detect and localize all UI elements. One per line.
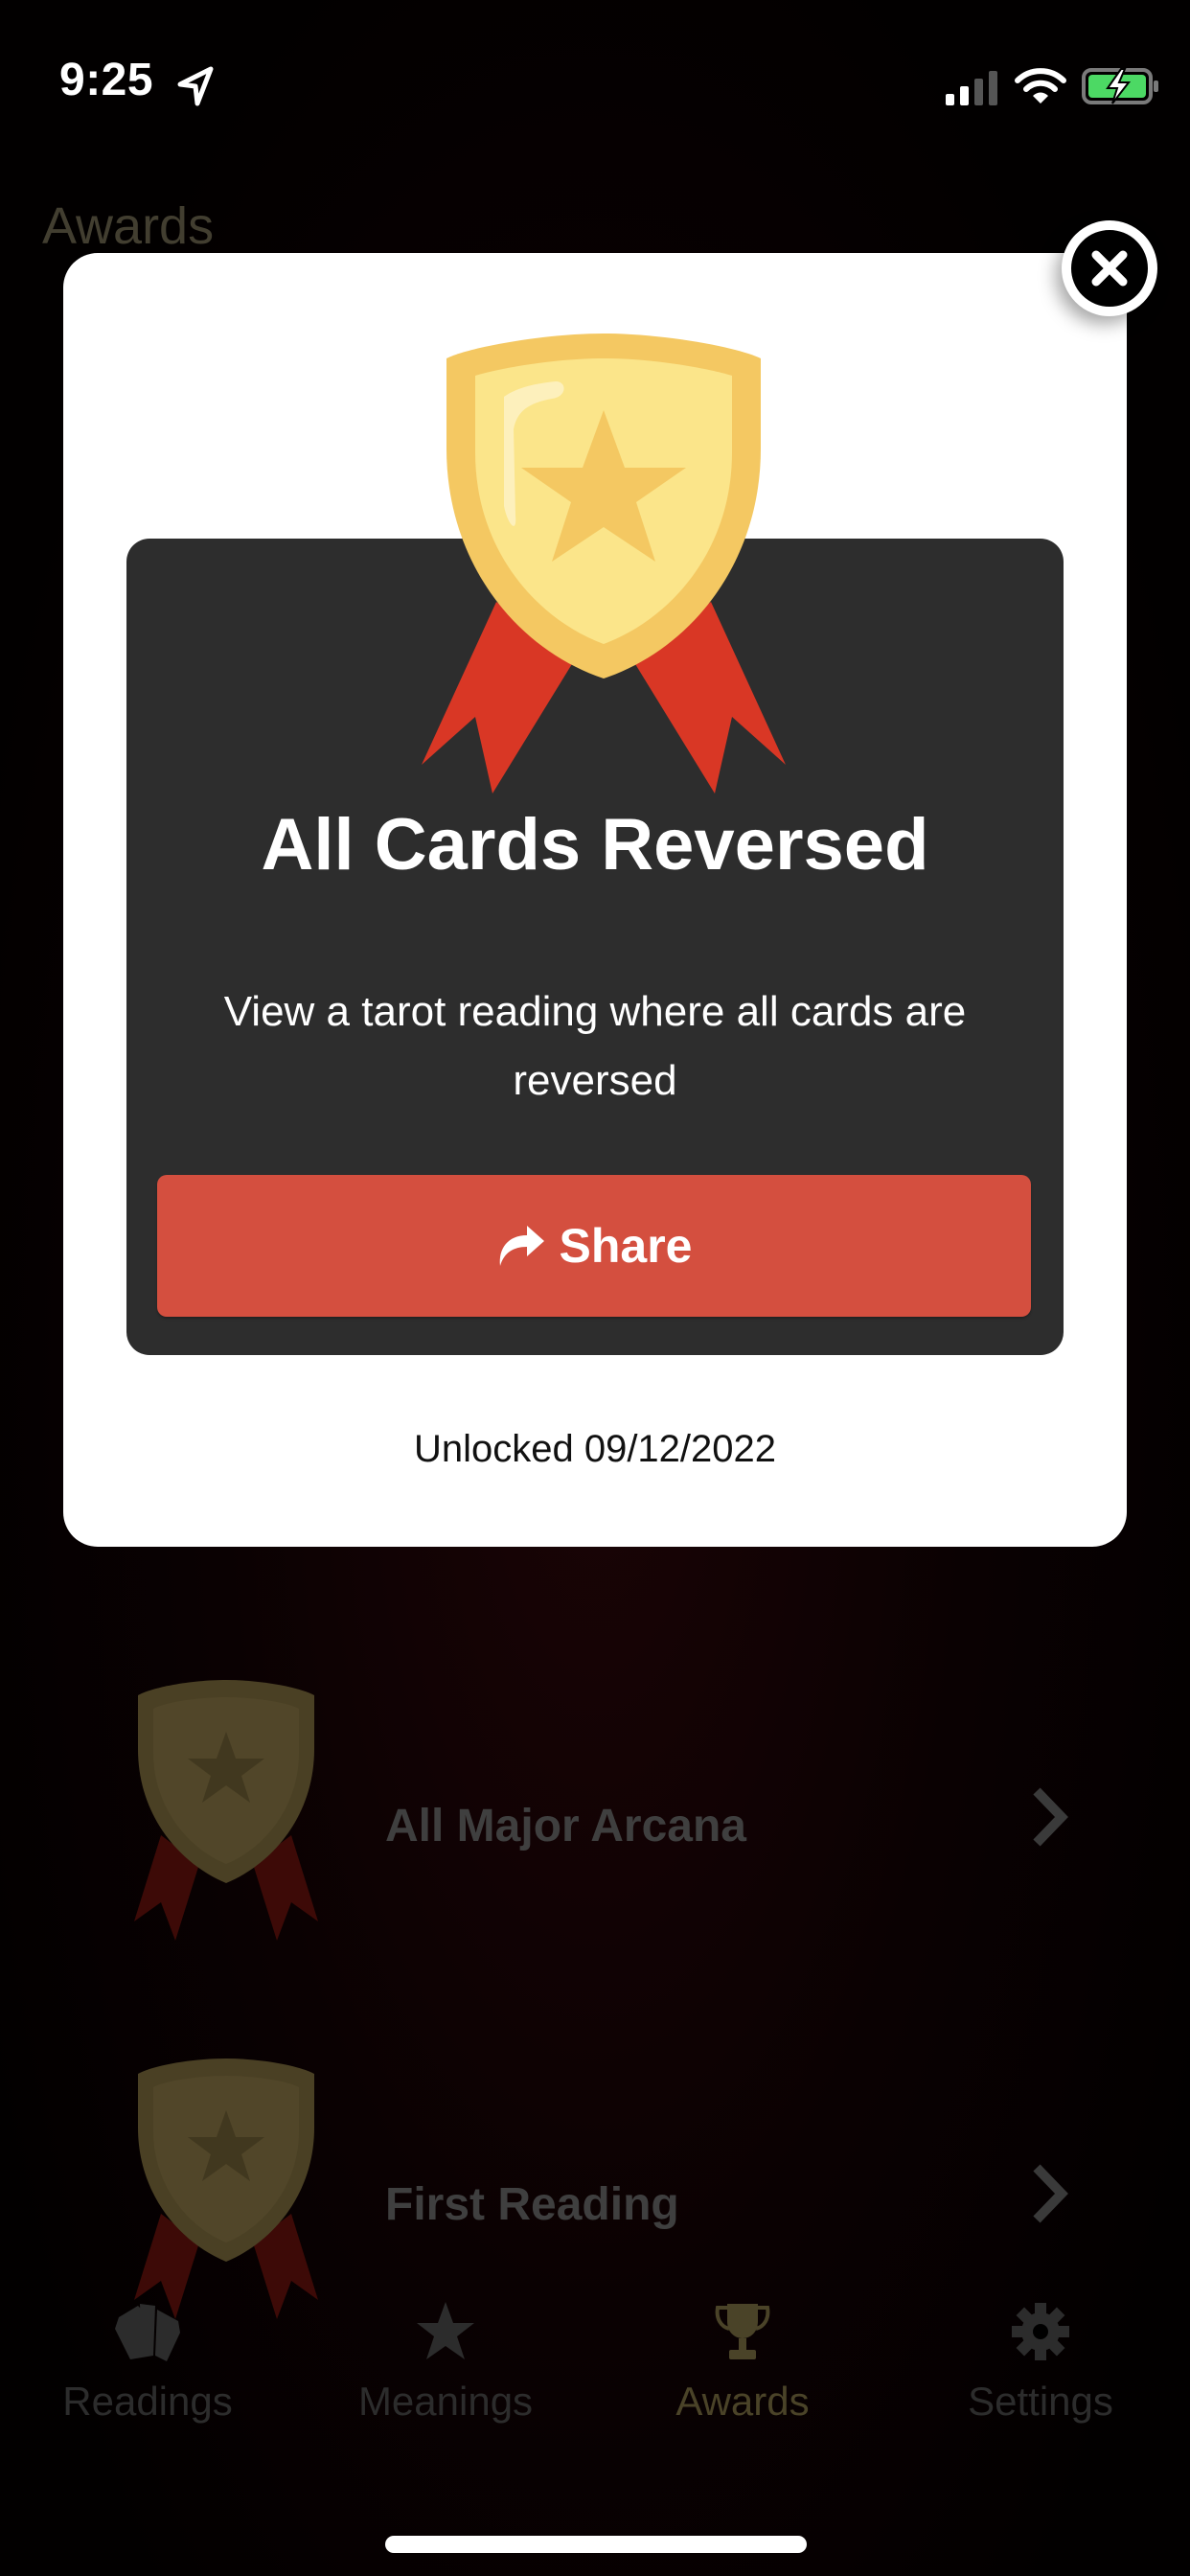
- gear-icon: [1012, 2303, 1069, 2360]
- share-arrow-icon: [499, 1226, 544, 1266]
- location-arrow-icon: [177, 66, 214, 106]
- wifi-icon: [1015, 68, 1066, 104]
- tab-meanings[interactable]: Meanings: [331, 2300, 561, 2444]
- close-button[interactable]: [1062, 220, 1157, 316]
- tab-settings[interactable]: Settings: [926, 2300, 1156, 2444]
- tab-label: Meanings: [357, 2379, 534, 2424]
- home-indicator: [385, 2536, 807, 2553]
- page-title: Awards: [42, 197, 215, 255]
- battery-charging-icon: [1082, 68, 1158, 104]
- award-row-first-reading[interactable]: First Reading: [0, 2051, 1190, 2338]
- award-description: View a tarot reading where all cards are…: [223, 988, 967, 1104]
- tab-label: Awards: [675, 2379, 810, 2424]
- shield-badge-icon: [422, 334, 786, 794]
- tab-label: Readings: [62, 2379, 233, 2424]
- shield-badge-icon: [134, 1680, 318, 1941]
- award-title: All Major Arcana: [385, 1801, 746, 1852]
- chevron-right-icon: [1033, 1787, 1068, 1847]
- award-row-all-major-arcana[interactable]: All Major Arcana: [0, 1672, 1190, 1960]
- tab-label: Settings: [968, 2379, 1113, 2424]
- status-bar: 9:25: [0, 0, 1190, 144]
- cards-icon: [115, 2304, 180, 2361]
- trophy-icon: [715, 2304, 770, 2359]
- unlocked-date: Unlocked 09/12/2022: [413, 1428, 777, 1470]
- chevron-right-icon: [1033, 2164, 1068, 2223]
- cellular-signal-icon: [946, 71, 997, 105]
- tab-readings[interactable]: Readings: [33, 2300, 263, 2444]
- award-title: First Reading: [385, 2179, 679, 2230]
- share-label: Share: [559, 1219, 693, 1273]
- share-button[interactable]: Share: [157, 1175, 1031, 1317]
- award-modal: All Cards Reversed View a tarot reading …: [63, 253, 1127, 1547]
- status-time: 9:25: [59, 55, 154, 105]
- tab-awards[interactable]: Awards: [628, 2300, 858, 2444]
- tab-bar: Readings Meanings Awards Settings: [0, 2300, 1190, 2453]
- screen: 9:25 Awards All Major Arcana First Readi…: [0, 0, 1190, 2576]
- shield-badge-icon: [134, 2058, 318, 2319]
- star-icon: [417, 2302, 474, 2359]
- award-title: All Cards Reversed: [261, 804, 929, 886]
- close-icon: [1091, 250, 1128, 287]
